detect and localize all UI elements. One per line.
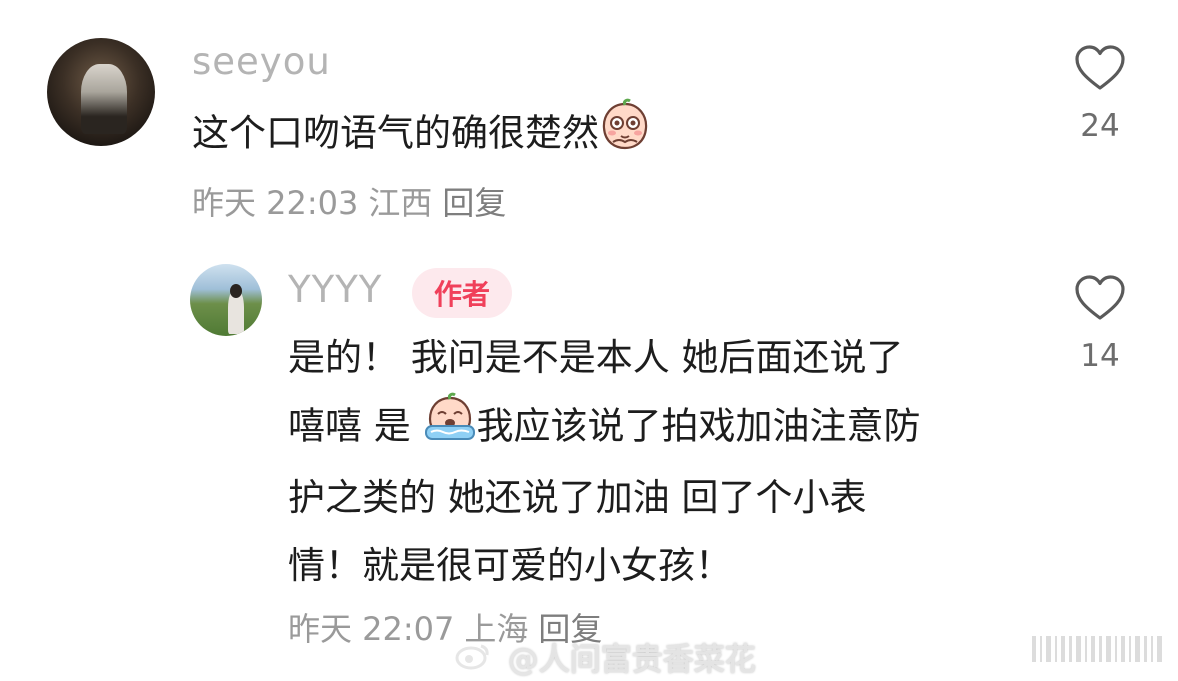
heart-outline-icon [1075, 45, 1125, 90]
watermark-text: @人间富贵香菜花 [507, 642, 756, 678]
weibo-watermark: @人间富贵香菜花 [455, 634, 756, 679]
comment-location: 江西 [368, 184, 433, 222]
avatar[interactable] [190, 264, 262, 336]
comment-line: 是的！ 我问是不是本人 她后面还说了 [288, 336, 904, 379]
author-badge: 作者 [412, 268, 512, 318]
comment-text: 是的！ 我问是不是本人 她后面还说了 嘻嘻 是 我应该说了拍戏加油注意防 护之类… [288, 324, 921, 600]
username[interactable]: YYYY [288, 268, 382, 311]
comment-time: 昨天 22:07 [288, 610, 455, 648]
blushing-peach-emoji-icon [599, 98, 651, 172]
comment-line: 嘻嘻 是 我应该说了拍戏加油注意防 [288, 392, 921, 464]
comment-line: 护之类的 她还说了加油 回了个小表 [288, 476, 867, 519]
comment-line: 情！就是很可爱的小女孩！ [288, 544, 732, 587]
watermark-barcode [1032, 636, 1172, 662]
comment-text-body: 这个口吻语气的确很楚然 [192, 111, 599, 155]
comment-time: 昨天 22:03 [192, 184, 359, 222]
like-button[interactable]: 14 [1070, 274, 1130, 374]
like-count: 14 [1080, 338, 1120, 374]
like-button[interactable]: 24 [1070, 44, 1130, 144]
reply-button[interactable]: 回复 [442, 184, 506, 222]
comment-meta: 昨天 22:03 江西 回复 [192, 178, 516, 224]
comment-line-part: 我应该说了拍戏加油注意防 [476, 404, 921, 448]
comment-text: 这个口吻语气的确很楚然 [192, 98, 651, 172]
weibo-logo-icon [455, 642, 502, 678]
heart-outline-icon [1075, 275, 1125, 320]
username[interactable]: seeyou [192, 40, 331, 83]
comment-line-part: 嘻嘻 是 [288, 404, 411, 448]
like-count: 24 [1080, 108, 1120, 144]
avatar[interactable] [47, 38, 155, 146]
crying-peach-emoji-icon [423, 392, 477, 464]
